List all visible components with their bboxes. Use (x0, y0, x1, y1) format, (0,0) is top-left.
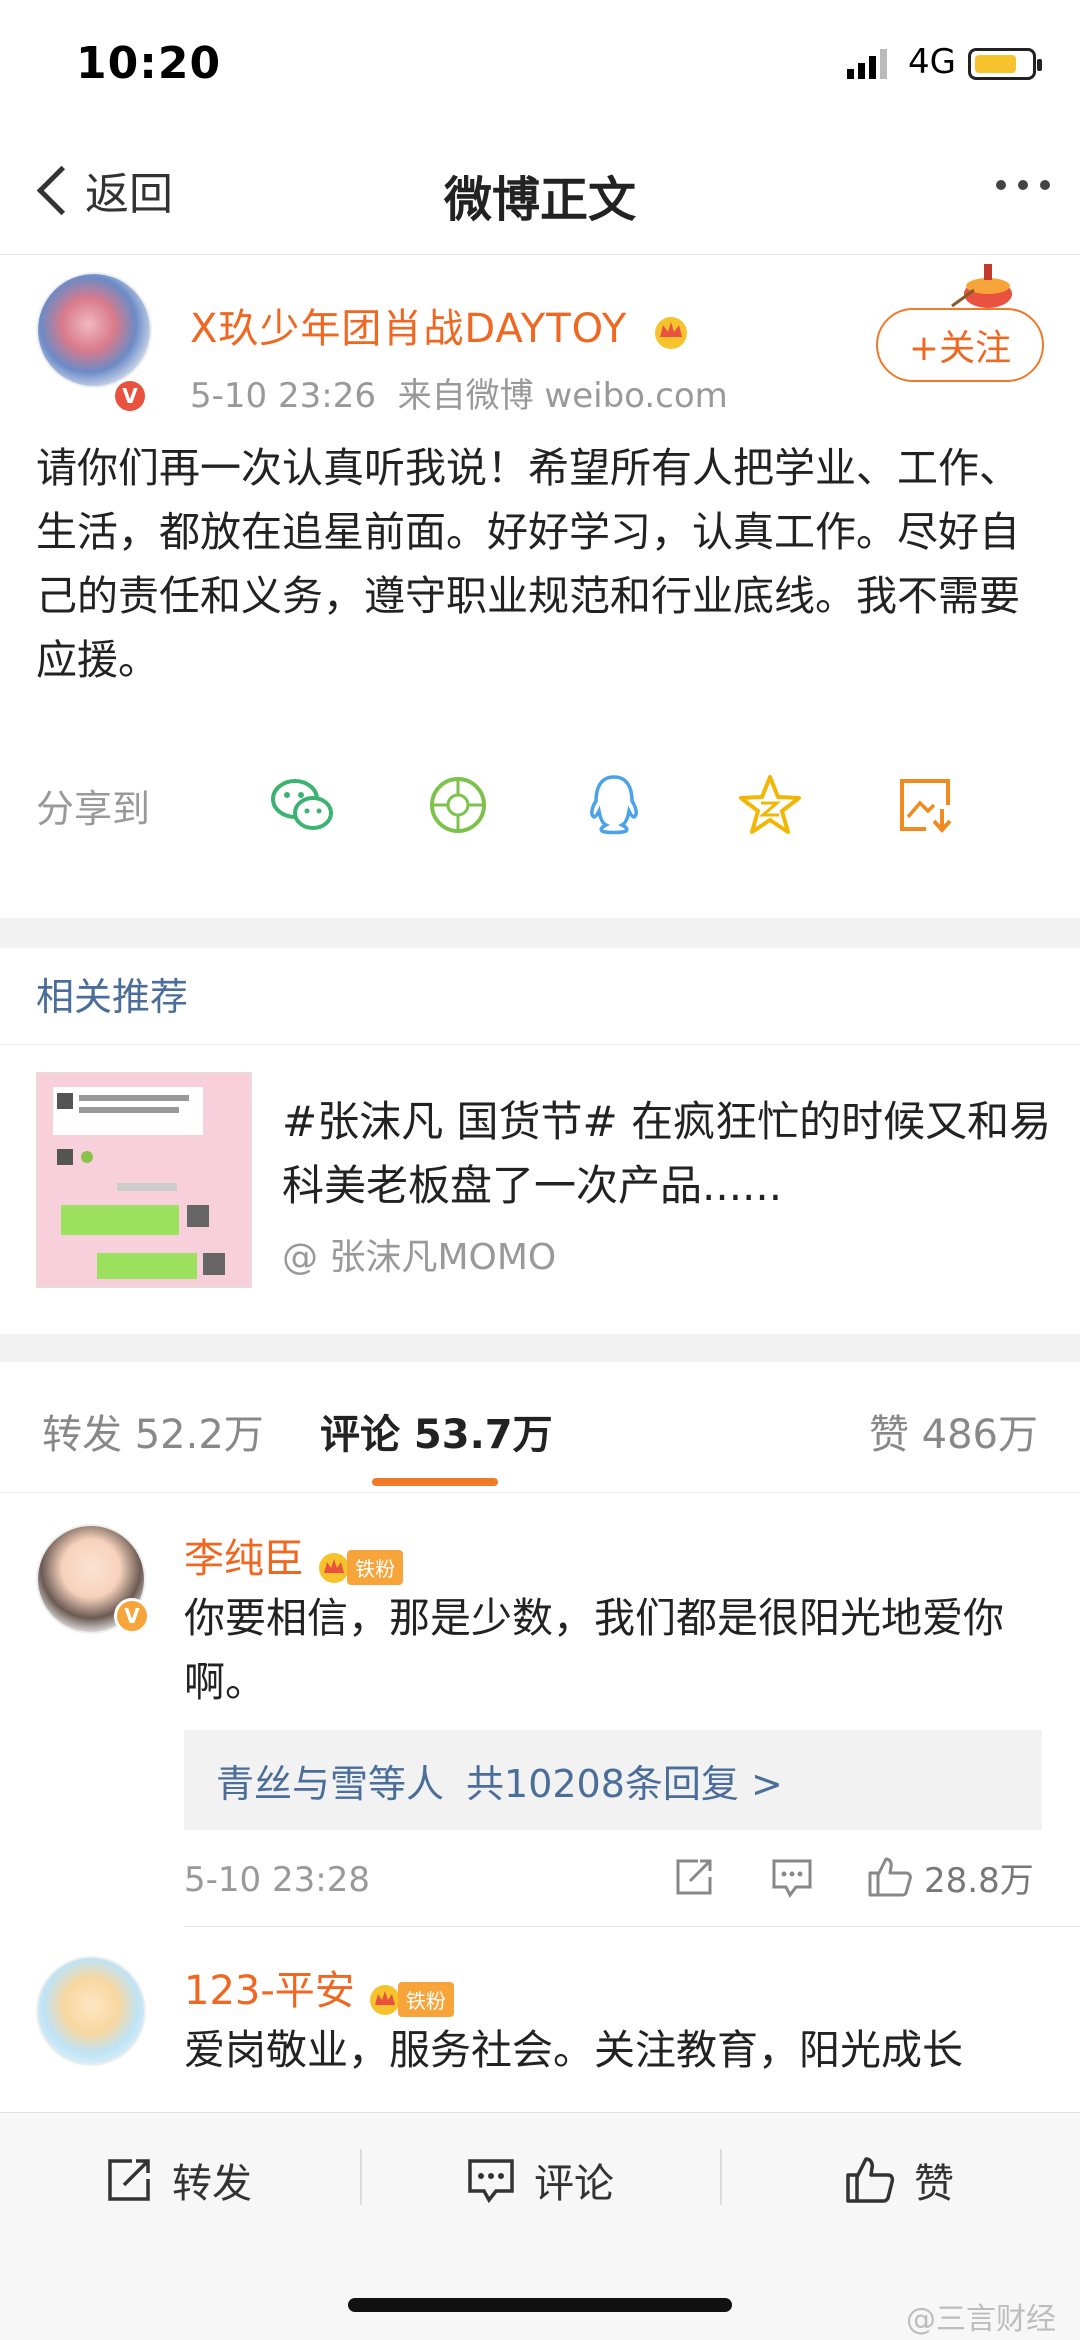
section-separator (0, 918, 1080, 948)
reply-summary[interactable]: 青丝与雪等人 共10208条回复 > (184, 1730, 1042, 1830)
related-item-title[interactable]: #张沫凡 国货节# 在疯狂忙的时候又和易科美老板盘了一次产品...... (282, 1090, 1052, 1218)
like-label: 赞 (914, 2161, 954, 2207)
qq-icon[interactable] (574, 770, 654, 840)
verified-icon: V (112, 378, 148, 414)
related-thumbnail[interactable] (36, 1072, 252, 1288)
repost-button[interactable]: 转发 (104, 2151, 252, 2209)
like-button[interactable]: 赞 (844, 2151, 954, 2209)
thumbs-up-icon (846, 2157, 895, 2203)
status-bar: 10:20 4G (0, 0, 1080, 130)
crown-icon (319, 1552, 350, 1583)
comment-text: 你要相信，那是少数，我们都是很阳光地爱你啊。 (184, 1594, 1004, 1706)
home-indicator (348, 2298, 732, 2312)
save-image-icon[interactable] (886, 770, 966, 840)
tab-likes[interactable]: 赞 486万 (869, 1402, 1038, 1460)
comment-avatar[interactable] (36, 1956, 146, 2066)
crown-icon (655, 317, 688, 349)
comment-tabs: 转发 52.2万 评论 53.7万 赞 486万 (0, 1362, 1080, 1492)
related-item-author[interactable]: @ 张沫凡MOMO (282, 1228, 556, 1280)
fan-badge: 铁粉 (368, 1982, 454, 2017)
crown-icon (369, 1984, 400, 2015)
section-separator (0, 1334, 1080, 1364)
more-icon[interactable] (996, 180, 1050, 190)
fan-badge-label: 铁粉 (347, 1550, 404, 1585)
divider (184, 1926, 1080, 1927)
fan-badge-label: 铁粉 (397, 1982, 454, 2017)
comment-label: 评论 (534, 2161, 614, 2207)
fan-badge: 铁粉 (317, 1550, 404, 1585)
battery-level (975, 55, 1016, 73)
comment-author[interactable]: 李纯臣 (184, 1536, 304, 1582)
comment-author[interactable]: 123-平安 (184, 1968, 355, 2014)
nav-bar: 返回 微博正文 (0, 130, 1080, 255)
divider (360, 2149, 362, 2205)
tab-comments[interactable]: 评论 53.7万 (320, 1402, 553, 1460)
repost-icon (108, 2159, 150, 2201)
reply-users: 青丝与雪等人 (216, 1761, 445, 1806)
battery-icon (968, 48, 1042, 80)
tab-reposts[interactable]: 转发 52.2万 (42, 1402, 264, 1460)
follow-button[interactable]: +关注 (876, 308, 1044, 382)
post-meta: 5-10 23:26 来自微博 weibo.com (190, 368, 728, 417)
comment-repost-icon[interactable] (672, 1852, 716, 1902)
share-row: 分享到 (36, 770, 1046, 840)
divider (0, 1044, 1080, 1045)
post-source: 来自微博 weibo.com (397, 376, 728, 416)
comment-header: 123-平安 铁粉 (184, 1958, 454, 2017)
comment-like-count: 28.8万 (924, 1860, 1034, 1901)
hotpot-decoration-icon (951, 264, 1012, 308)
related-title: 相关推荐 (36, 975, 189, 1019)
author-name-row[interactable]: X玖少年团肖战DAYTOY (190, 296, 691, 354)
comment-header: 李纯臣 铁粉 (184, 1526, 404, 1585)
thumbs-up-icon (868, 1857, 912, 1897)
comment-icon (468, 2159, 514, 2204)
comment-text: 爱岗敬业，服务社会。关注教育，阳光成长 (184, 2026, 963, 2074)
repost-label: 转发 (172, 2161, 252, 2207)
comment-time: 5-10 23:28 (184, 1860, 370, 1900)
comment-like-button[interactable]: 28.8万 (866, 1852, 1034, 1902)
reply-count: 共10208条回复 > (466, 1761, 783, 1806)
comment-reply-icon[interactable] (770, 1852, 814, 1902)
comment-button[interactable]: 评论 (466, 2151, 614, 2209)
active-tab-indicator (372, 1478, 498, 1486)
watermark: @三言财经 (906, 2302, 1056, 2337)
moments-icon[interactable] (418, 770, 498, 840)
post-text: 请你们再一次认真听我说！希望所有人把学业、工作、生活，都放在追星前面。好好学习，… (36, 444, 1020, 684)
status-time: 10:20 (76, 38, 222, 89)
signal-icon (847, 49, 887, 79)
network-label: 4G (908, 42, 956, 82)
qzone-icon[interactable] (730, 770, 810, 840)
page-title: 微博正文 (443, 172, 636, 228)
divider (0, 1492, 1080, 1493)
author-avatar[interactable] (36, 272, 152, 388)
author-name: X玖少年团肖战DAYTOY (190, 306, 628, 352)
post-time: 5-10 23:26 (190, 376, 376, 416)
wechat-icon[interactable] (262, 770, 342, 840)
share-label: 分享到 (36, 786, 151, 831)
divider (720, 2149, 722, 2205)
verified-icon: V (114, 1598, 150, 1634)
